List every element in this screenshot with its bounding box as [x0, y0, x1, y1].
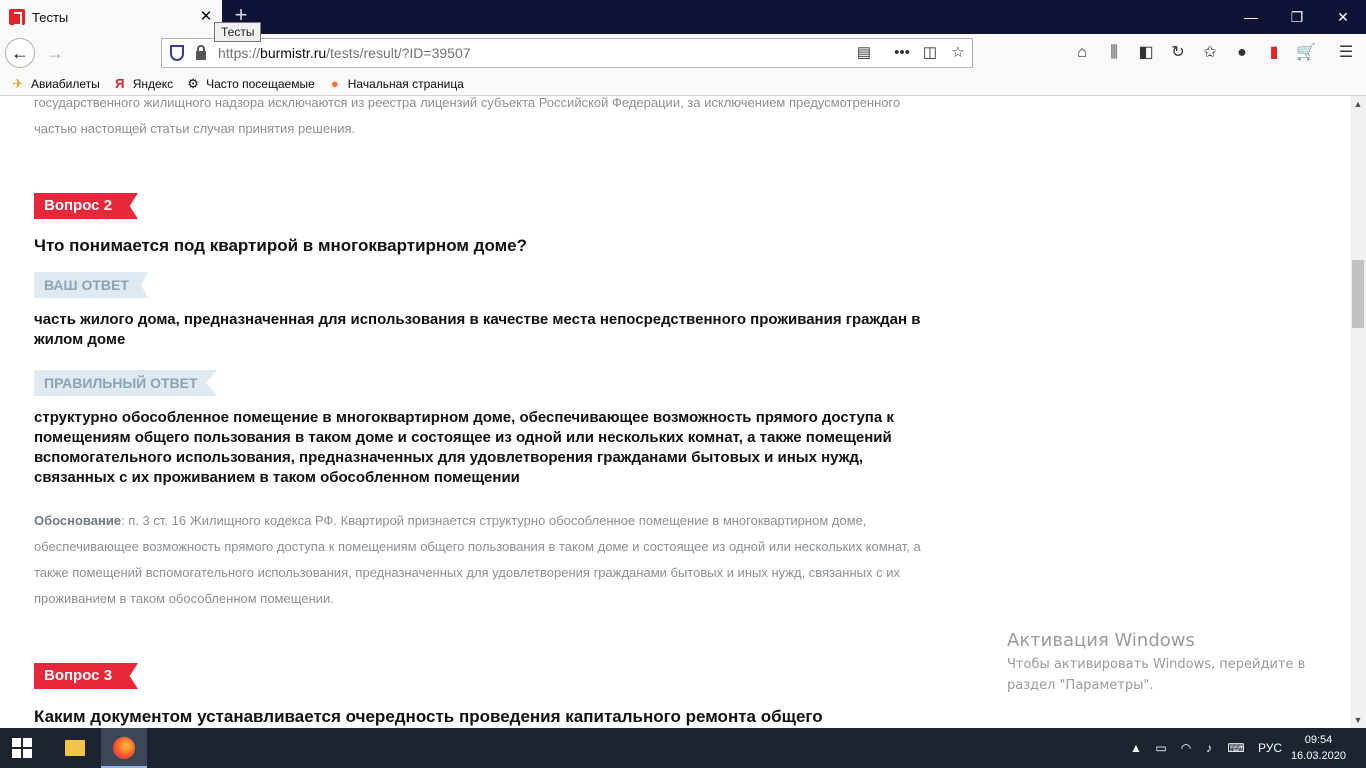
- tray-expand-icon[interactable]: ▲: [1128, 728, 1144, 768]
- tab-tooltip: Тесты: [214, 22, 262, 42]
- page-actions-icon[interactable]: •••: [888, 39, 916, 67]
- clock-date: 16.03.2020: [1290, 750, 1346, 762]
- wifi-icon[interactable]: ◠: [1176, 728, 1196, 768]
- scrollbar-thumb[interactable]: [1352, 260, 1364, 328]
- tab-close-icon[interactable]: ✕: [198, 9, 214, 25]
- your-answer-label: ВАШ ОТВЕТ: [34, 272, 148, 298]
- activation-subtitle: Чтобы активировать Windows, перейдите в …: [1007, 657, 1306, 693]
- windows-taskbar: ▲ ▭ ◠ ♪ ⌨ РУС 09:54 16.03.2020: [0, 728, 1366, 768]
- windows-activation-watermark: Активация Windows Чтобы активировать Win…: [1007, 630, 1327, 696]
- previous-basis-text: государственного жилищного надзора исклю…: [34, 96, 934, 142]
- keyboard-icon[interactable]: ⌨: [1223, 728, 1249, 768]
- restore-icon[interactable]: ❐: [1274, 0, 1320, 34]
- window-close-icon[interactable]: ✕: [1320, 0, 1366, 34]
- bookmark-most-visited[interactable]: ⚙ Часто посещаемые: [185, 75, 315, 92]
- lock-icon[interactable]: [196, 44, 206, 60]
- bookmark-yandex[interactable]: Я Яндекс: [112, 76, 173, 92]
- back-button[interactable]: ←: [5, 38, 35, 68]
- question-number-badge: Вопрос 2: [34, 193, 138, 219]
- url-text[interactable]: https://burmistr.ru/tests/result/?ID=395…: [218, 45, 850, 61]
- volume-icon[interactable]: ♪: [1199, 728, 1219, 768]
- reload-icon[interactable]: ↻: [1167, 42, 1189, 64]
- bookmark-label: Часто посещаемые: [206, 76, 315, 91]
- bookmarks-toolbar: ✈ Авиабилеты Я Яндекс ⚙ Часто посещаемые…: [0, 72, 1366, 96]
- url-domain: burmistr.ru: [260, 45, 327, 61]
- tab-title: Тесты: [32, 9, 69, 25]
- question-number-badge: Вопрос 3: [34, 663, 138, 689]
- tab-active[interactable]: Тесты ✕: [0, 0, 222, 34]
- pocket-icon[interactable]: ◫: [916, 39, 944, 67]
- sidebar-icon[interactable]: ◧: [1135, 42, 1157, 64]
- airplane-icon: ✈: [12, 75, 24, 91]
- previous-basis-line: частью настоящей статьи случая принятия …: [34, 121, 356, 136]
- firefox-icon: ●: [330, 75, 339, 91]
- file-explorer-button[interactable]: [51, 728, 97, 768]
- folder-icon: [65, 740, 85, 756]
- home-icon[interactable]: ⌂: [1071, 42, 1093, 64]
- correct-answer-label: ПРАВИЛЬНЫЙ ОТВЕТ: [34, 370, 217, 396]
- bookmark-label: Авиабилеты: [31, 76, 100, 91]
- correct-answer-text: структурно обособленное помещение в мног…: [34, 409, 894, 486]
- navigation-toolbar: ← → https://burmistr.ru/tests/result/?ID…: [0, 34, 1366, 72]
- gear-icon: ⚙: [187, 75, 199, 91]
- activation-title: Активация Windows: [1007, 630, 1195, 651]
- url-path: /tests/result/?ID=39507: [326, 45, 471, 61]
- your-answer-text: часть жилого дома, предназначенная для и…: [34, 311, 921, 348]
- bookmark-flag-icon[interactable]: ▮: [1263, 42, 1285, 64]
- library-icon[interactable]: ⫼: [1103, 42, 1125, 64]
- scroll-up-icon[interactable]: ▲: [1350, 96, 1366, 112]
- tab-strip: Тесты ✕ + — ❐ ✕: [0, 0, 1366, 34]
- firefox-taskbar-button[interactable]: [101, 728, 147, 768]
- previous-basis-line: государственного жилищного надзора исклю…: [34, 96, 901, 110]
- system-clock[interactable]: 09:54 16.03.2020: [1291, 732, 1346, 764]
- clock-time: 09:54: [1304, 734, 1333, 746]
- basis-text: : п. 3 ст. 16 Жилищного кодекса РФ. Квар…: [34, 513, 921, 606]
- tracking-protection-icon[interactable]: [170, 45, 184, 61]
- bookmark-star-icon[interactable]: ☆: [944, 39, 972, 67]
- basis-label: Обоснование: [34, 513, 122, 528]
- extension-star-icon[interactable]: ✩: [1199, 42, 1221, 64]
- scroll-down-icon[interactable]: ▼: [1350, 712, 1366, 728]
- firefox-icon: [113, 737, 135, 759]
- page-scrollbar[interactable]: ▲ ▼: [1350, 96, 1366, 728]
- battery-icon[interactable]: ▭: [1151, 728, 1171, 768]
- bookmark-label: Яндекс: [132, 76, 174, 91]
- account-icon[interactable]: ●: [1231, 42, 1253, 64]
- forward-button[interactable]: →: [40, 38, 70, 68]
- cart-icon[interactable]: 🛒: [1295, 42, 1317, 64]
- yandex-icon: Я: [115, 75, 125, 91]
- bookmark-start-page[interactable]: ● Начальная страница: [327, 76, 464, 92]
- windows-start-icon[interactable]: [12, 738, 32, 758]
- address-bar[interactable]: https://burmistr.ru/tests/result/?ID=395…: [161, 38, 973, 68]
- basis-paragraph: Обоснование: п. 3 ст. 16 Жилищного кодек…: [34, 508, 934, 612]
- menu-icon[interactable]: ☰: [1335, 42, 1357, 64]
- language-indicator[interactable]: РУС: [1255, 728, 1285, 768]
- reader-view-icon[interactable]: ▤: [850, 39, 878, 67]
- question-title: Что понимается под квартирой в многоквар…: [34, 236, 528, 255]
- bookmark-aviabilety[interactable]: ✈ Авиабилеты: [10, 76, 100, 92]
- bookmark-label: Начальная страница: [347, 76, 464, 91]
- url-prefix: https://: [218, 45, 261, 61]
- question-title: Каким документом устанавливается очередн…: [34, 707, 823, 726]
- minimize-icon[interactable]: —: [1228, 0, 1274, 34]
- burmistr-favicon-icon: [9, 9, 25, 26]
